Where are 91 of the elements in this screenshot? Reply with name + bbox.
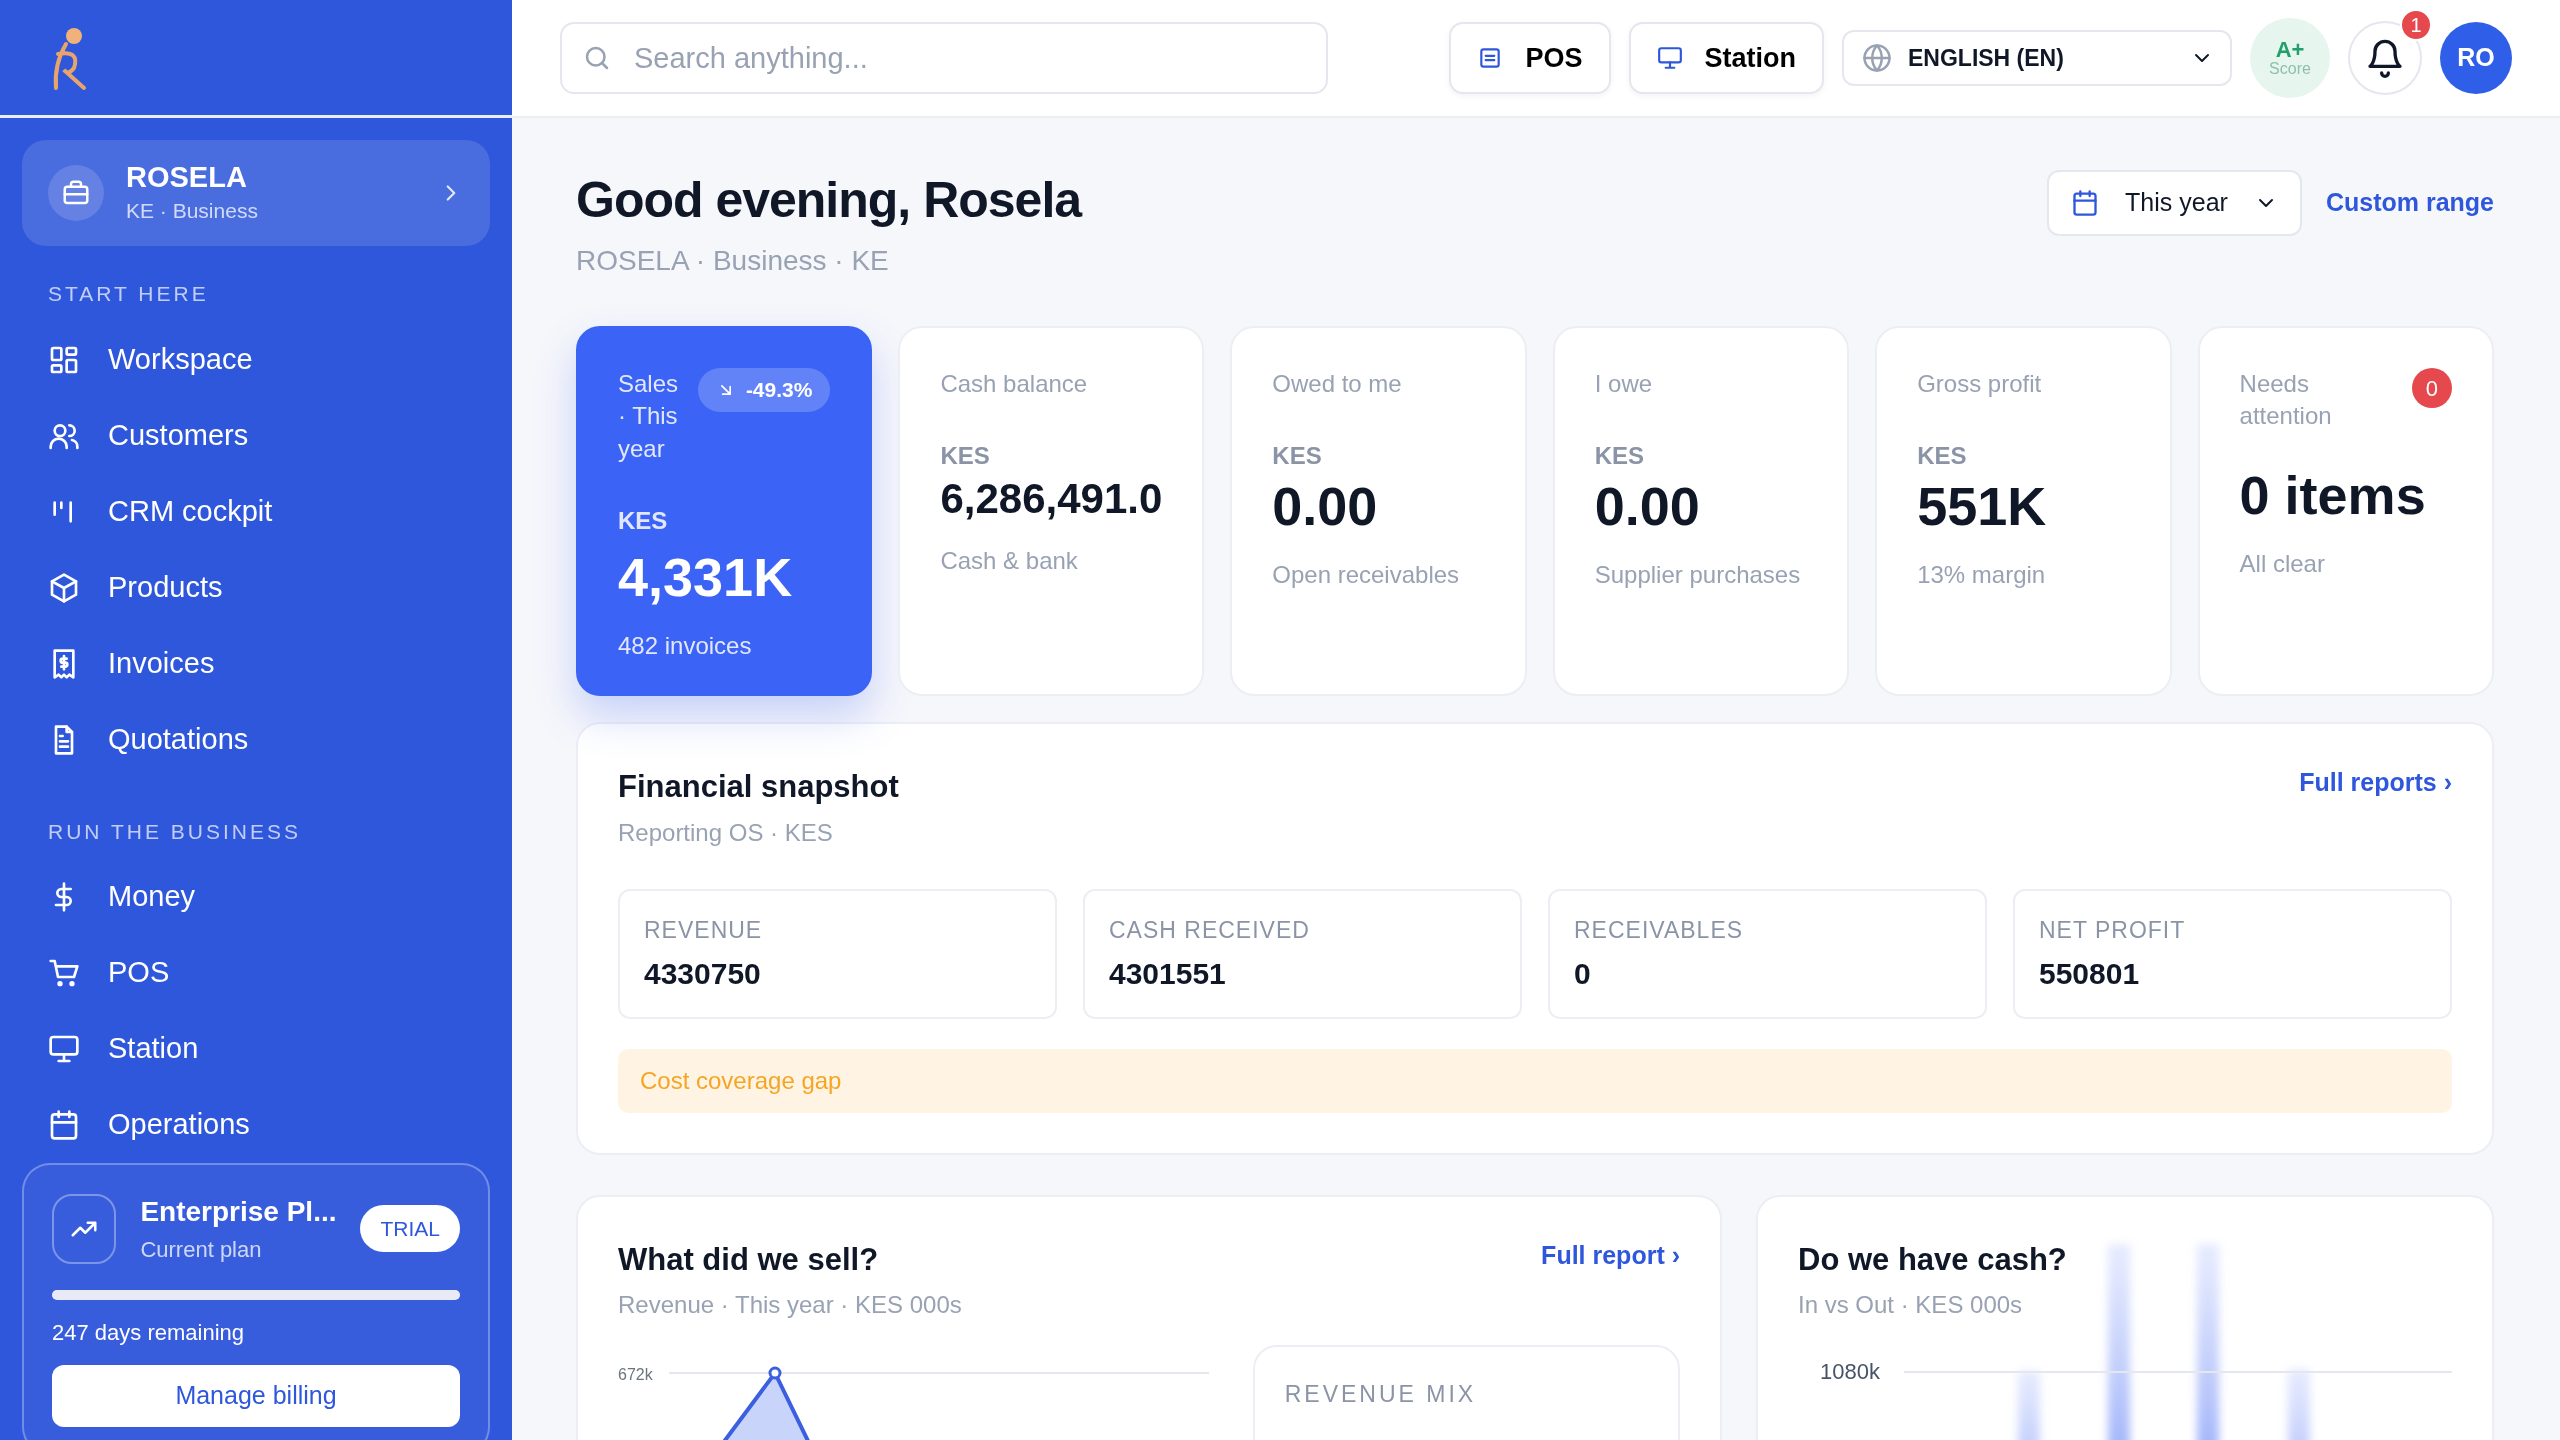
card-subtitle: In vs Out · KES 000s [1798,1290,2024,1320]
section-heading: RUN THE BUSINESS [47,818,302,845]
greeting: Good evening, Rosela [576,171,1082,230]
bell-icon [2365,38,2405,78]
metric-value: 4330750 [644,956,762,992]
card-title: What did we sell? [618,1240,880,1279]
nav-item[interactable]: Workspace [0,321,512,398]
kpi-note: Supplier purchases [1594,560,1802,591]
kpi-label: Needs attention [2239,369,2333,432]
kpi-label: Cash balance [940,369,1089,399]
metric-label: RECEIVABLES [1574,915,1745,945]
metric-label: REVENUE [644,915,764,945]
trend-up-icon [52,1193,117,1264]
nav-item[interactable]: Quotations [0,701,512,778]
toolbar-button[interactable]: POS [1449,22,1611,94]
manage-billing-button[interactable]: Manage billing [52,1365,460,1427]
search-field[interactable]: Search anything... [560,22,1328,94]
nav-item[interactable]: POS [0,935,512,1011]
organization-subtitle: KE · Business [126,197,259,224]
kpi-note: Cash & bank [940,545,1079,576]
metric-label: NET PROFIT [2039,915,2187,945]
kpi-currency: KES [940,441,991,472]
plan-name: Enterprise Pl... [140,1195,337,1229]
nav-item[interactable]: Invoices [0,625,512,702]
alert-count: 0 [2412,368,2452,408]
card-title: Financial snapshot [618,768,899,806]
card-subtitle: Reporting OS · KES [618,817,834,848]
notification-count: 1 [2400,9,2432,41]
kpi-label: I owe [1594,369,1654,399]
kpi-value: 6,286,491.0 [940,474,1163,525]
kpi-note: Open receivables [1272,560,1461,591]
language-label: ENGLISH (EN) [1908,43,2065,73]
nav-item[interactable]: Station [0,1011,512,1087]
kpi-value: 4,331K [618,546,794,610]
nav-item[interactable]: Operations [0,1087,512,1163]
section-heading: START HERE [47,281,210,307]
box-icon [48,571,80,604]
nav-item[interactable]: CRM cockpit [0,473,512,550]
briefcase-icon [48,165,104,221]
toolbar-button[interactable]: Station [1628,22,1824,94]
kpi-currency: KES [618,506,669,537]
monitor-icon [48,1033,80,1065]
score-grade: A+ [2275,39,2305,61]
monitor-icon [1656,45,1683,71]
trial-badge: TRIAL [360,1204,460,1253]
revenue-mix-title: REVENUE MIX [1284,1380,1478,1409]
metric-value: 4301551 [1109,956,1227,992]
bar [2288,1368,2310,1440]
full-report-link[interactable]: Full report › [1541,1236,1680,1274]
nav-item[interactable]: Customers [0,397,512,474]
kpi-currency: KES [1272,441,1323,472]
metric-value: 0 [1574,956,1592,992]
kpi-currency: KES [1594,441,1646,472]
cart-icon [48,957,80,989]
kpi-note: 482 invoices [618,630,753,661]
metric-value: 550801 [2039,956,2141,992]
warning-banner: Cost coverage gap [618,1048,2452,1113]
globe-icon [1862,43,1892,73]
kpi-note: All clear [2239,548,2326,579]
user-avatar[interactable]: RO [2440,22,2512,94]
calendar-icon [2071,189,2100,217]
kpi-label: Sales · This year [618,369,680,464]
card-title: Do we have cash? [1798,1240,2068,1279]
bar [2018,1370,2040,1440]
kpi-value: 0.00 [1272,475,1379,539]
period-label: This year [2125,187,2228,219]
nav-item[interactable]: Money [0,859,512,935]
kpi-label: Gross profit [1917,369,2043,399]
card-subtitle: Revenue · This year · KES 000s [618,1290,962,1320]
kpi-value: 551K [1917,475,2048,539]
kpi-note: 13% margin [1917,560,2047,591]
language-select[interactable]: ENGLISH (EN) [1842,30,2232,86]
score-label: Score [2269,61,2311,77]
kpi-currency: KES [1917,441,1968,472]
axis-label: 672k [618,1365,653,1385]
kpi-value: 0 items [2239,463,2427,527]
days-remaining: 247 days remaining [52,1319,245,1347]
kpi-label: Owed to me [1272,369,1403,399]
page-subtitle: ROSELA · Business · KE [576,244,890,278]
axis-label: 1080k [1820,1358,1880,1386]
kpi-value: 0.00 [1594,475,1701,539]
custom-range-link[interactable]: Custom range [2325,184,2494,222]
calendar-icon [48,1109,80,1141]
trend-value: -49.3% [745,377,813,403]
plan-subtitle: Current plan [140,1236,263,1264]
organization-name: ROSELA [126,159,248,195]
organization-switcher[interactable]: ROSELA KE · Business [22,140,490,246]
period-select[interactable]: This year [2047,170,2302,236]
full-reports-link[interactable]: Full reports › [2299,764,2452,802]
metric-label: CASH RECEIVED [1109,915,1311,945]
nav-item[interactable]: Products [0,549,512,626]
